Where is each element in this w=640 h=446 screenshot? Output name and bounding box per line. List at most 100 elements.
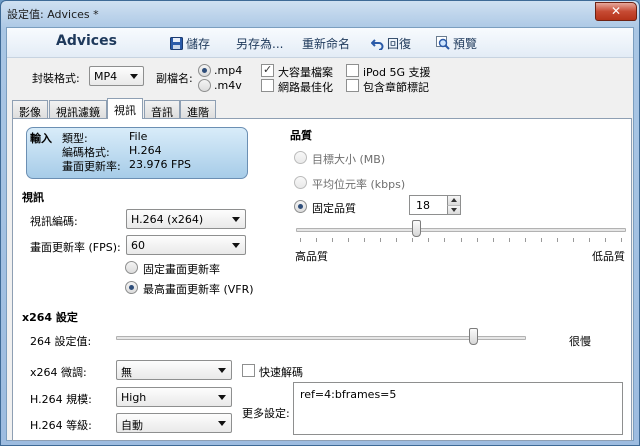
target-size-radio[interactable]	[294, 151, 307, 164]
x264-tune-label: x264 微調:	[30, 366, 87, 379]
close-button[interactable]: ✕	[595, 2, 637, 21]
rf-spinner[interactable]: 18	[409, 195, 461, 215]
quality-slider-track	[296, 228, 626, 232]
preview-button[interactable]: 預覽	[436, 35, 477, 53]
h264-profile-value: High	[121, 391, 147, 404]
source-info-box: 輸入 類型: File 編碼格式: H.264 畫面更新率: 23.976 FP…	[26, 127, 248, 179]
x264-preset-slider-thumb[interactable]	[468, 328, 478, 345]
tab-audio[interactable]: 音訊	[144, 100, 180, 119]
slider-tick	[572, 238, 574, 242]
revert-button[interactable]: 回復	[370, 35, 412, 53]
slider-tick	[332, 238, 334, 242]
slider-tick	[428, 238, 430, 242]
slider-tick	[508, 238, 510, 242]
tab-picture[interactable]: 影像	[12, 100, 48, 119]
x264-preset-right-label: 很慢	[569, 335, 591, 348]
source-fps-value: 23.976 FPS	[129, 158, 191, 171]
chevron-down-icon	[218, 368, 226, 373]
vfr-label: 最高畫面更新率 (VFR)	[143, 283, 254, 296]
h264-level-select[interactable]: 自動	[116, 413, 232, 433]
quality-slider-thumb[interactable]	[411, 220, 421, 237]
slider-tick	[524, 238, 526, 242]
rename-button[interactable]: 重新命名	[302, 35, 350, 52]
toolbar: Advices 儲存 另存為... 重新命名 回復 預覽	[7, 28, 633, 58]
vfr-radio[interactable]	[125, 281, 138, 294]
fast-decode-label: 快速解碼	[259, 366, 303, 379]
slider-tick	[300, 238, 301, 242]
h264-level-label: H.264 等級:	[30, 419, 92, 432]
source-type-value: File	[129, 130, 148, 143]
extension-label: 副檔名:	[156, 72, 193, 85]
format-label: 封裝格式:	[32, 72, 80, 85]
quality-slider[interactable]	[296, 220, 626, 244]
ipod-checkbox[interactable]	[346, 64, 359, 77]
slider-tick	[412, 238, 414, 242]
spin-down-icon[interactable]	[447, 205, 460, 214]
constant-quality-label: 固定品質	[312, 202, 356, 215]
slider-tick	[364, 238, 366, 242]
undo-icon	[370, 38, 384, 53]
slider-tick	[396, 238, 398, 242]
slider-tick	[380, 238, 382, 242]
x264-section-title: x264 設定	[22, 311, 78, 324]
title-bar[interactable]: 設定值: Advices * ✕	[1, 1, 639, 25]
advanced-options-label: 更多設定:	[242, 407, 290, 420]
window-client: Advices 儲存 另存為... 重新命名 回復 預覽 封裝格式: MP4 副…	[6, 27, 634, 441]
source-heading: 輸入	[30, 132, 52, 145]
chevron-down-icon	[218, 421, 226, 426]
slider-tick	[588, 238, 590, 242]
large-file-label: 大容量檔案	[278, 66, 333, 79]
target-size-label: 目標大小 (MB)	[312, 153, 386, 166]
framerate-label: 畫面更新率 (FPS):	[30, 241, 121, 254]
quality-section-title: 品質	[290, 129, 312, 142]
tab-video[interactable]: 視訊	[107, 98, 143, 119]
magnifier-icon	[436, 36, 450, 53]
chevron-down-icon	[130, 74, 138, 79]
h264-profile-label: H.264 規模:	[30, 393, 92, 406]
chevron-down-icon	[232, 217, 240, 222]
format-select[interactable]: MP4	[89, 66, 144, 86]
preview-label: 預覽	[453, 37, 478, 51]
video-section-title: 視訊	[22, 191, 44, 204]
framerate-select[interactable]: 60	[126, 235, 246, 255]
h264-level-value: 自動	[121, 419, 143, 432]
spin-up-icon[interactable]	[447, 196, 460, 205]
slider-tick	[604, 238, 606, 242]
video-tab-panel: 輸入 類型: File 編碼格式: H.264 畫面更新率: 23.976 FP…	[12, 118, 632, 441]
rf-value: 18	[416, 199, 430, 212]
revert-label: 回復	[387, 37, 412, 51]
window-title: 設定值: Advices *	[7, 8, 99, 21]
h264-profile-select[interactable]: High	[116, 387, 232, 407]
fast-decode-checkbox[interactable]	[242, 364, 255, 377]
ext-mp4-radio[interactable]	[198, 64, 211, 77]
format-value: MP4	[94, 70, 118, 83]
tab-advanced[interactable]: 進階	[180, 100, 216, 119]
web-optimized-checkbox[interactable]	[261, 79, 274, 92]
ext-m4v-radio[interactable]	[198, 79, 211, 92]
x264-tune-value: 無	[121, 366, 132, 379]
cfr-radio[interactable]	[125, 261, 138, 274]
large-file-checkbox[interactable]	[261, 63, 274, 77]
tab-filters[interactable]: 視訊濾鏡	[49, 100, 107, 119]
web-optimized-label: 網路最佳化	[278, 81, 333, 94]
encoder-value: H.264 (x264)	[131, 213, 204, 226]
slider-tick	[476, 238, 478, 242]
avg-bitrate-label: 平均位元率 (kbps)	[312, 178, 406, 191]
source-codec-value: H.264	[129, 144, 162, 157]
chapters-checkbox[interactable]	[346, 79, 359, 92]
slider-tick	[460, 238, 462, 242]
app-window: 設定值: Advices * ✕ Advices 儲存 另存為... 重新命名 …	[0, 0, 640, 446]
save-button[interactable]: 儲存	[170, 35, 210, 53]
save-as-button[interactable]: 另存為...	[236, 35, 283, 52]
constant-quality-radio[interactable]	[294, 200, 307, 213]
slider-tick	[348, 238, 350, 242]
encoder-select[interactable]: H.264 (x264)	[126, 209, 246, 229]
ext-mp4-label: .mp4	[214, 64, 243, 77]
avg-bitrate-radio[interactable]	[294, 176, 307, 189]
slider-tick	[621, 238, 622, 242]
x264-preset-slider[interactable]	[116, 328, 526, 352]
ext-m4v-label: .m4v	[214, 79, 242, 92]
x264-tune-select[interactable]: 無	[116, 360, 232, 380]
slider-tick	[316, 238, 318, 242]
advanced-options-field[interactable]: ref=4:bframes=5	[293, 382, 623, 435]
